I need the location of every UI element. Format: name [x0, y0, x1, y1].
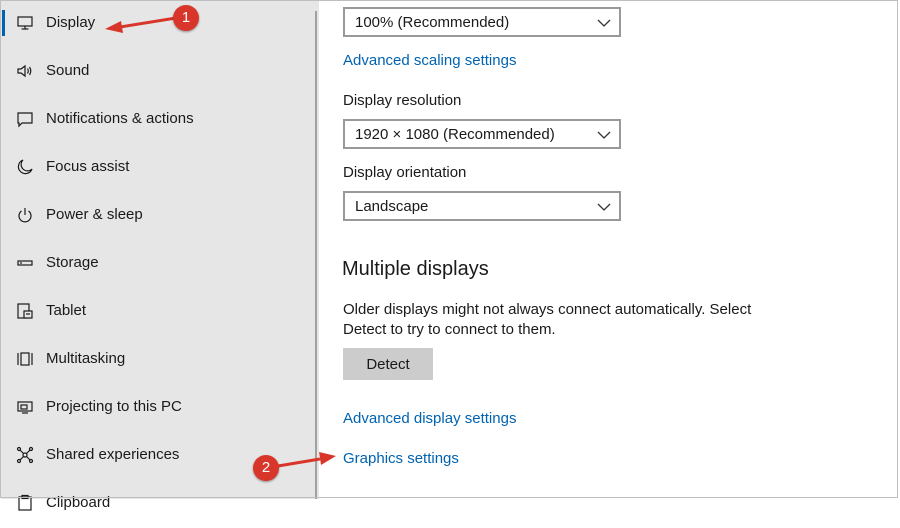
resolution-value: 1920 × 1080 (Recommended) [355, 126, 555, 143]
sidebar-item-label: Clipboard [46, 494, 111, 511]
advanced-display-settings-link[interactable]: Advanced display settings [343, 409, 516, 429]
detect-button[interactable]: Detect [343, 348, 433, 380]
sidebar-item-tablet[interactable]: Tablet [1, 288, 313, 336]
sidebar-item-label: Power & sleep [46, 206, 143, 223]
advanced-scaling-link[interactable]: Advanced scaling settings [343, 51, 516, 71]
orientation-value: Landscape [355, 198, 429, 215]
sidebar-item-label: Projecting to this PC [46, 398, 182, 415]
projecting-icon [15, 397, 35, 417]
chevron-down-icon [597, 131, 611, 139]
notification-icon [15, 109, 35, 129]
resolution-label: Display resolution [343, 92, 462, 109]
selection-indicator [2, 10, 5, 36]
sidebar-item-notifications[interactable]: Notifications & actions [1, 96, 313, 144]
sidebar: Display Sound Notifications & actions Fo… [1, 0, 319, 511]
power-icon [15, 205, 35, 225]
storage-icon [15, 253, 35, 273]
sidebar-item-label: Focus assist [46, 158, 130, 175]
moon-icon [15, 157, 35, 177]
orientation-dropdown[interactable]: Landscape [343, 191, 621, 221]
chevron-down-icon [597, 203, 611, 211]
sidebar-item-label: Tablet [46, 302, 87, 319]
sidebar-item-storage[interactable]: Storage [1, 240, 313, 288]
sidebar-item-projecting[interactable]: Projecting to this PC [1, 384, 313, 432]
scale-value: 100% (Recommended) [355, 14, 510, 31]
annotation-badge-2: 2 [253, 455, 279, 481]
sidebar-item-label: Multitasking [46, 350, 126, 367]
resolution-dropdown[interactable]: 1920 × 1080 (Recommended) [343, 119, 621, 149]
graphics-settings-link[interactable]: Graphics settings [343, 449, 459, 469]
sidebar-item-label: Shared experiences [46, 446, 180, 463]
sidebar-item-label: Storage [46, 254, 99, 271]
sidebar-item-focus-assist[interactable]: Focus assist [1, 144, 313, 192]
multitasking-icon [15, 349, 35, 369]
sidebar-item-power-sleep[interactable]: Power & sleep [1, 192, 313, 240]
multiple-displays-heading: Multiple displays [342, 258, 489, 280]
clipboard-icon [15, 493, 35, 513]
orientation-label: Display orientation [343, 164, 467, 181]
sidebar-item-multitasking[interactable]: Multitasking [1, 336, 313, 384]
sidebar-item-sound[interactable]: Sound [1, 48, 313, 96]
sidebar-item-label: Notifications & actions [46, 110, 194, 127]
annotation-badge-1: 1 [173, 5, 199, 31]
multiple-displays-description: Older displays might not always connect … [343, 301, 752, 338]
chevron-down-icon [597, 19, 611, 27]
monitor-icon [15, 13, 35, 33]
sidebar-item-display[interactable]: Display [1, 0, 313, 48]
sidebar-item-clipboard[interactable]: Clipboard [1, 480, 313, 528]
scale-dropdown[interactable]: 100% (Recommended) [343, 7, 621, 37]
sidebar-item-label: Display [46, 14, 96, 31]
tablet-icon [15, 301, 35, 321]
speaker-icon [15, 61, 35, 81]
sidebar-item-label: Sound [46, 62, 90, 79]
sidebar-scrollbar[interactable] [315, 11, 317, 499]
shared-icon [15, 445, 35, 465]
